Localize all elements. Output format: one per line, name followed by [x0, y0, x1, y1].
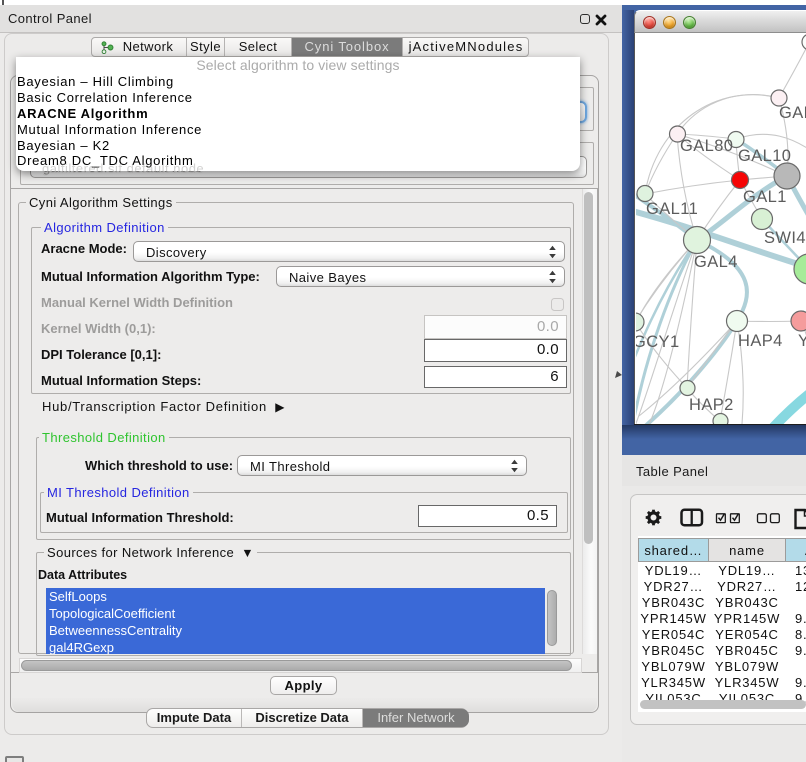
svg-text:GAL80: GAL80: [680, 137, 733, 155]
svg-text:GAL11: GAL11: [646, 200, 698, 218]
svg-text:GAL1: GAL1: [743, 188, 787, 206]
svg-text:GAL2: GAL2: [779, 104, 806, 122]
svg-text:HAP2: HAP2: [689, 396, 734, 414]
svg-text:HAP4: HAP4: [738, 332, 783, 350]
svg-text:GAL4: GAL4: [694, 253, 738, 271]
svg-text:GAL10: GAL10: [738, 147, 791, 165]
svg-text:SWI4: SWI4: [764, 229, 806, 247]
svg-text:GCY1: GCY1: [636, 333, 680, 351]
svg-text:YL: YL: [798, 332, 806, 350]
